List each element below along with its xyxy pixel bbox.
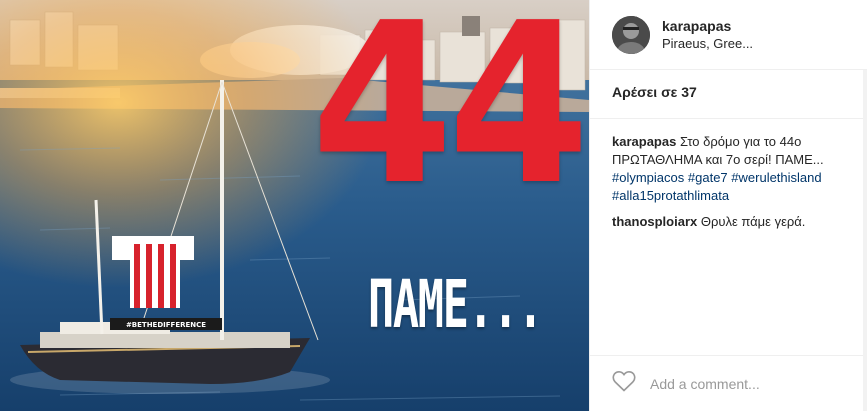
likes-count[interactable]: Αρέσει σε 37: [590, 70, 867, 119]
overlay-number-44: 44: [311, 0, 589, 234]
hashtag-link[interactable]: #olympiacos: [612, 170, 684, 185]
scrollbar[interactable]: [863, 70, 867, 411]
post-location-link[interactable]: Piraeus, Gree...: [662, 35, 753, 53]
add-comment-input[interactable]: [648, 374, 832, 393]
hashtag-link[interactable]: #werulethisland: [731, 170, 821, 185]
user-avatar-icon: [612, 15, 650, 54]
post-username-link[interactable]: karapapas: [662, 17, 753, 35]
add-comment-row: [590, 355, 867, 411]
hashtag-link[interactable]: #gate7: [688, 170, 728, 185]
avatar[interactable]: [612, 15, 650, 54]
comment-username-link[interactable]: karapapas: [612, 134, 676, 149]
post-header: karapapas Piraeus, Gree...: [590, 0, 867, 70]
comment-text: Θρυλε πάμε γερά.: [697, 214, 806, 229]
post-sidebar: karapapas Piraeus, Gree... Αρέσει σε 37 …: [589, 0, 867, 411]
post-photo[interactable]: #BETHEDIFFERENCE 44 ΠΑΜΕ...: [0, 0, 589, 411]
comment-username-link[interactable]: thanosploiarx: [612, 214, 697, 229]
comment-item: karapapas Στο δρόμο για το 44ο ΠΡΩΤΑΘΛΗΜ…: [612, 133, 853, 205]
heart-outline-icon[interactable]: [612, 370, 636, 397]
boat-banner-text: #BETHEDIFFERENCE: [126, 321, 206, 329]
comments-list: karapapas Στο δρόμο για το 44ο ΠΡΩΤΑΘΛΗΜ…: [590, 119, 867, 231]
overlay-word-pame: ΠΑΜΕ...: [368, 266, 544, 343]
hashtag-link[interactable]: #alla15protathlimata: [612, 188, 729, 203]
comment-item: thanosploiarx Θρυλε πάμε γερά.: [612, 213, 853, 231]
